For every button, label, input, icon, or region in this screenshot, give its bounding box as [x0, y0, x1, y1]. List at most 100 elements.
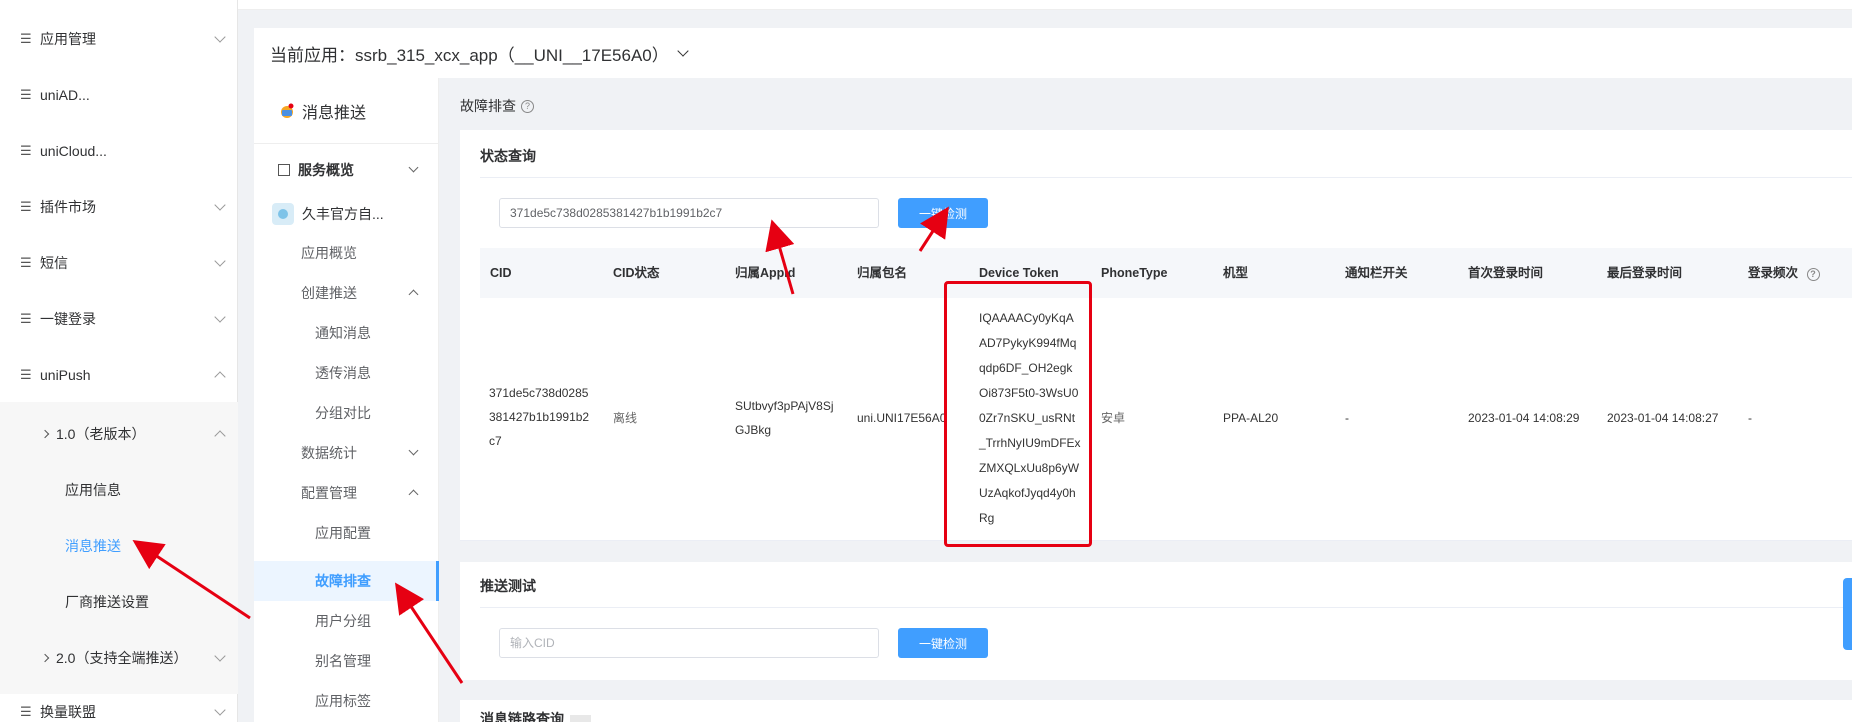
sidebar-item-label: 换量联盟	[40, 704, 96, 720]
push-service-nav: 消息推送 服务概览 久丰官方自... 应用概览 创建推送 通知消息 透传消息 分…	[254, 78, 439, 722]
column-header: 归属包名	[857, 266, 908, 280]
cid-query-input[interactable]	[499, 198, 879, 228]
cell-last-login: 2023-01-04 14:08:27	[1607, 411, 1719, 425]
chevron-down-icon	[214, 704, 226, 716]
nav-item-label: 服务概览	[298, 162, 354, 178]
sidebar-item-message-push[interactable]: 消息推送	[0, 526, 238, 566]
sidebar-item-label: 消息推送	[65, 538, 121, 554]
column-header: CID	[490, 266, 512, 280]
sidebar-item-label: uniPush	[40, 367, 91, 383]
current-app-label: 当前应用：ssrb_315_xcx_app（__UNI__17E56A0）	[270, 45, 669, 65]
page-title-text: 故障排查	[460, 98, 516, 114]
nav-item-label: 故障排查	[315, 573, 371, 589]
nav-item-alias-management[interactable]: 别名管理	[254, 641, 439, 681]
card-title: 状态查询	[480, 148, 536, 164]
chevron-up-icon	[408, 289, 419, 300]
sidebar-item-uniad[interactable]: ☰ uniAD...	[0, 75, 238, 115]
page-title: 故障排查 ?	[460, 96, 534, 116]
sidebar-item-label: uniCloud...	[40, 143, 107, 159]
cell-appid: SUtbvyf3pPAjV8Sj GJBkg	[735, 394, 834, 442]
push-test-detect-button[interactable]: 一键检测	[898, 628, 988, 658]
sidebar-item-label: 2.0（支持全端推送）	[56, 650, 188, 666]
card-title: 推送测试	[480, 578, 536, 594]
status-query-card: 状态查询	[460, 130, 1852, 540]
nav-item-app-overview[interactable]: 应用概览	[254, 233, 439, 273]
cell-line: 381427b1b1991b2	[489, 410, 590, 424]
nav-item-label: 别名管理	[315, 653, 371, 669]
chevron-down-icon	[214, 255, 226, 267]
chevron-right-icon	[40, 429, 50, 439]
top-strip	[238, 0, 1852, 10]
row-divider	[460, 540, 1852, 541]
help-icon[interactable]: ?	[521, 99, 534, 113]
sidebar-item-one-click-login[interactable]: ☰ 一键登录	[0, 299, 238, 339]
sidebar-item-label: 1.0（老版本）	[56, 426, 146, 442]
list-icon: ☰	[20, 704, 32, 719]
main-sidebar: ☰ 应用管理 ☰ uniAD... ☰ uniCloud... ☰ 插件市场 ☰…	[0, 0, 238, 722]
sidebar-item-label: 应用管理	[40, 31, 96, 47]
unipush-submenu: 1.0（老版本） 应用信息 消息推送 厂商推送设置 2.0（支持全端推送）	[0, 402, 238, 694]
card-title: 消息链路查询	[480, 709, 592, 722]
column-header: 归属AppId	[735, 266, 796, 280]
nav-item-passthrough-message[interactable]: 透传消息	[254, 353, 439, 393]
divider	[480, 177, 1852, 178]
nav-item-config-management[interactable]: 配置管理	[254, 473, 439, 513]
sidebar-item-app-info[interactable]: 应用信息	[0, 470, 238, 510]
push-test-card: 推送测试	[460, 562, 1852, 680]
nav-item-app-config[interactable]: 应用配置	[254, 513, 439, 553]
push-icon	[278, 102, 296, 120]
sidebar-item-unipush[interactable]: ☰ uniPush	[0, 355, 238, 395]
scrollbar-handle[interactable]	[1843, 578, 1852, 650]
cell-package: uni.UNI17E56A0	[857, 411, 947, 425]
sidebar-item-label: 插件市场	[40, 199, 96, 215]
cid-test-input[interactable]	[499, 628, 879, 658]
cell-line: GJBkg	[735, 423, 772, 437]
sidebar-item-traffic-exchange[interactable]: ☰ 换量联盟	[0, 692, 238, 722]
sidebar-item-vendor-push-settings[interactable]: 厂商推送设置	[0, 582, 238, 622]
nav-item-data-stats[interactable]: 数据统计	[254, 433, 439, 473]
nav-item-create-push[interactable]: 创建推送	[254, 273, 439, 313]
nav-item-label: 通知消息	[315, 325, 371, 341]
cell-line: c7	[489, 434, 502, 448]
sidebar-item-unicloud[interactable]: ☰ uniCloud...	[0, 131, 238, 171]
nav-item-service-overview[interactable]: 服务概览	[254, 150, 439, 190]
sidebar-item-sms[interactable]: ☰ 短信	[0, 243, 238, 283]
nav-item-troubleshooting[interactable]: 故障排查	[254, 561, 439, 601]
chevron-down-icon	[214, 31, 226, 43]
detect-button[interactable]: 一键检测	[898, 198, 988, 228]
help-icon[interactable]: ?	[1806, 268, 1820, 281]
sidebar-item-app-management[interactable]: ☰ 应用管理	[0, 19, 238, 59]
table-header: CID CID状态 归属AppId 归属包名 Device Token Phon…	[480, 248, 1852, 298]
list-icon: ☰	[20, 311, 32, 326]
column-header: CID状态	[613, 266, 660, 280]
cell-phone-type: 安卓	[1101, 411, 1126, 425]
chevron-right-icon	[40, 653, 50, 663]
chevron-down-icon	[408, 162, 419, 173]
nav-item-label: 数据统计	[301, 445, 357, 461]
card-title-text: 消息链路查询	[480, 711, 564, 722]
chevron-up-icon	[214, 430, 226, 442]
column-header-text: 登录频次	[1748, 266, 1799, 280]
annotation-highlight-box	[944, 281, 1092, 547]
sidebar-item-push-v2[interactable]: 2.0（支持全端推送）	[0, 638, 238, 678]
app-switch-dropdown-icon[interactable]	[677, 44, 689, 57]
nav-item-notification-message[interactable]: 通知消息	[254, 313, 439, 353]
cell-first-login: 2023-01-04 14:08:29	[1468, 411, 1580, 425]
nav-item-user-groups[interactable]: 用户分组	[254, 601, 439, 641]
sidebar-item-push-v1[interactable]: 1.0（老版本）	[0, 414, 238, 454]
list-icon: ☰	[20, 367, 32, 382]
nav-item-label: 创建推送	[301, 285, 357, 301]
chevron-down-icon	[214, 311, 226, 323]
chevron-down-icon	[214, 650, 226, 662]
cell-line: 371de5c738d0285	[489, 386, 589, 400]
app-logo-icon	[272, 203, 294, 225]
nav-item-group-compare[interactable]: 分组对比	[254, 393, 439, 433]
grid-icon	[278, 164, 290, 176]
sidebar-item-label: 一键登录	[40, 311, 96, 327]
list-icon: ☰	[20, 143, 32, 158]
cell-cid-status: 离线	[613, 411, 638, 425]
nav-item-app-select[interactable]: 久丰官方自...	[254, 194, 439, 234]
nav-item-label: 应用概览	[301, 245, 357, 261]
sidebar-item-plugin-market[interactable]: ☰ 插件市场	[0, 187, 238, 227]
nav-item-app-tags[interactable]: 应用标签	[254, 681, 439, 721]
